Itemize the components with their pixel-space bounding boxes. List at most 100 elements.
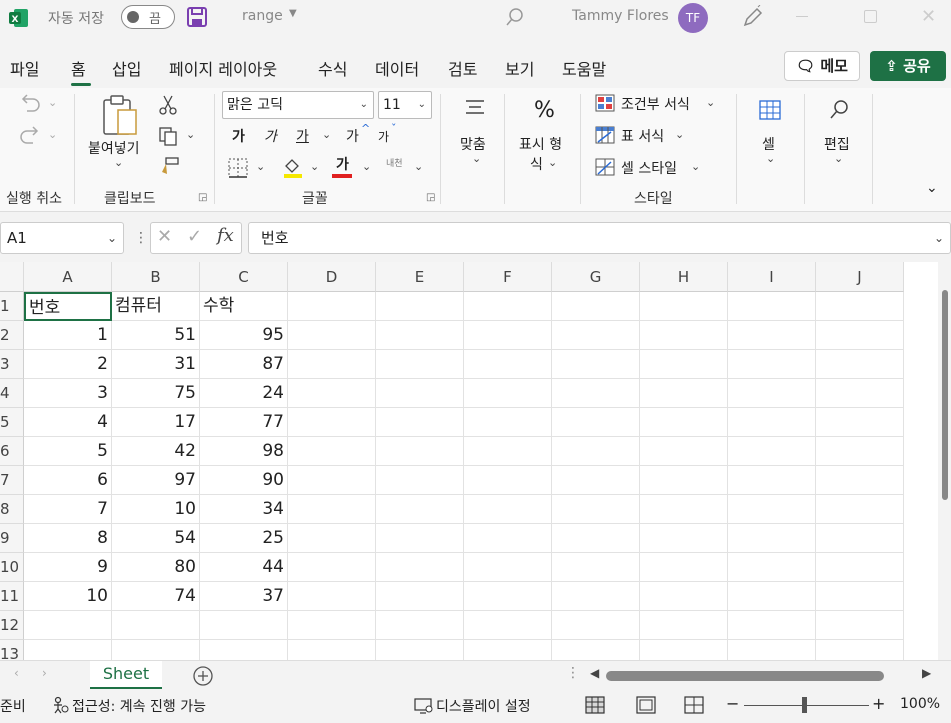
table-cell[interactable] <box>464 582 552 611</box>
page-layout-view-icon[interactable] <box>636 696 656 714</box>
row-header[interactable]: 2 <box>0 321 24 350</box>
table-cell[interactable]: 10 <box>112 495 200 524</box>
underline-button[interactable]: 가 <box>296 126 309 146</box>
table-cell[interactable] <box>376 292 464 321</box>
editing-dropdown-icon[interactable]: ⌄ <box>834 152 843 165</box>
font-name-select[interactable]: 맑은 고딕 ⌄ <box>222 91 374 119</box>
zoom-slider-thumb[interactable] <box>802 697 807 713</box>
chevron-down-icon[interactable]: ⌄ <box>675 128 684 141</box>
column-header[interactable]: A <box>24 262 112 292</box>
fill-color-icon[interactable] <box>282 156 304 178</box>
column-header[interactable]: F <box>464 262 552 292</box>
table-cell[interactable] <box>464 437 552 466</box>
table-cell[interactable] <box>288 495 376 524</box>
table-cell[interactable]: 컴퓨터 <box>112 292 200 321</box>
table-cell[interactable] <box>376 582 464 611</box>
table-cell[interactable]: 7 <box>24 495 112 524</box>
table-cell[interactable]: 수학 <box>200 292 288 321</box>
table-cell[interactable] <box>24 640 112 660</box>
font-color-dropdown-icon[interactable]: ⌄ <box>362 160 371 173</box>
paste-label[interactable]: 붙여넣기 <box>88 138 140 158</box>
clipboard-launcher-icon[interactable]: ◲ <box>198 192 207 203</box>
table-cell[interactable] <box>816 292 904 321</box>
search-icon[interactable] <box>504 6 526 28</box>
pen-icon[interactable] <box>741 5 765 29</box>
tab-data[interactable]: 데이터 <box>375 56 419 80</box>
table-cell[interactable] <box>552 292 640 321</box>
table-cell[interactable] <box>552 640 640 660</box>
display-settings-icon[interactable] <box>414 697 434 715</box>
table-cell[interactable] <box>552 321 640 350</box>
table-cell[interactable] <box>728 321 816 350</box>
zoom-level[interactable]: 100% <box>900 696 940 712</box>
add-sheet-icon[interactable] <box>192 665 214 687</box>
paste-dropdown-icon[interactable]: ⌄ <box>114 156 123 169</box>
tab-review[interactable]: 검토 <box>448 56 477 80</box>
cells-label[interactable]: 셀 <box>762 134 775 154</box>
select-all-corner[interactable] <box>0 262 24 292</box>
table-cell[interactable]: 77 <box>200 408 288 437</box>
sheet-tab[interactable]: Sheet <box>90 661 162 689</box>
table-cell[interactable] <box>816 408 904 437</box>
zoom-out-icon[interactable]: − <box>726 694 739 713</box>
italic-button[interactable]: 가 <box>264 126 277 146</box>
row-header[interactable]: 5 <box>0 408 24 437</box>
ribbon-collapse-icon[interactable]: ⌄ <box>926 180 938 196</box>
table-cell[interactable] <box>728 350 816 379</box>
column-header[interactable]: I <box>728 262 816 292</box>
table-cell[interactable] <box>816 437 904 466</box>
editing-label[interactable]: 편집 <box>824 134 850 154</box>
table-cell[interactable] <box>640 553 728 582</box>
table-cell[interactable] <box>464 292 552 321</box>
table-cell[interactable] <box>288 292 376 321</box>
table-cell[interactable] <box>552 495 640 524</box>
table-cell[interactable] <box>376 611 464 640</box>
phonetic-button[interactable]: 내천 <box>386 156 403 169</box>
table-cell[interactable] <box>464 553 552 582</box>
table-cell[interactable] <box>816 379 904 408</box>
chevron-down-icon[interactable]: ▼ <box>289 8 297 19</box>
page-break-view-icon[interactable] <box>684 696 704 714</box>
editing-search-icon[interactable] <box>828 98 850 120</box>
table-cell[interactable] <box>376 379 464 408</box>
table-cell[interactable]: 90 <box>200 466 288 495</box>
table-cell[interactable] <box>728 582 816 611</box>
close-button[interactable]: ✕ <box>921 6 936 27</box>
table-cell[interactable]: 34 <box>200 495 288 524</box>
column-header[interactable]: D <box>288 262 376 292</box>
column-header[interactable]: E <box>376 262 464 292</box>
table-cell[interactable]: 80 <box>112 553 200 582</box>
cell-styles-label[interactable]: 셀 스타일 <box>621 158 677 178</box>
table-cell[interactable] <box>552 524 640 553</box>
chevron-down-icon[interactable]: ⌄ <box>691 160 700 173</box>
column-header[interactable]: H <box>640 262 728 292</box>
copy-dropdown-icon[interactable]: ⌄ <box>186 128 195 141</box>
row-header[interactable]: 6 <box>0 437 24 466</box>
vertical-scrollbar[interactable] <box>938 262 951 660</box>
table-cell[interactable]: 87 <box>200 350 288 379</box>
table-cell[interactable]: 98 <box>200 437 288 466</box>
table-cell[interactable] <box>288 321 376 350</box>
save-icon[interactable] <box>186 6 208 28</box>
enter-icon[interactable]: ✓ <box>187 226 202 247</box>
tab-formulas[interactable]: 수식 <box>318 56 347 80</box>
table-cell[interactable] <box>376 553 464 582</box>
table-cell[interactable] <box>112 640 200 660</box>
expand-formula-icon[interactable]: ⌄ <box>934 223 944 253</box>
table-cell[interactable] <box>640 437 728 466</box>
table-cell[interactable] <box>288 408 376 437</box>
font-size-select[interactable]: 11 ⌄ <box>378 91 432 119</box>
row-header[interactable]: 10 <box>0 553 24 582</box>
table-cell[interactable] <box>728 437 816 466</box>
table-cell[interactable]: 54 <box>112 524 200 553</box>
phonetic-dropdown-icon[interactable]: ⌄ <box>414 160 423 173</box>
table-cell[interactable] <box>464 321 552 350</box>
table-format-label[interactable]: 표 서식 <box>621 126 664 146</box>
align-label[interactable]: 맞춤 <box>460 134 486 154</box>
column-header[interactable]: G <box>552 262 640 292</box>
row-header[interactable]: 12 <box>0 611 24 640</box>
table-cell[interactable] <box>288 379 376 408</box>
table-cell[interactable] <box>464 466 552 495</box>
table-cell[interactable] <box>24 611 112 640</box>
table-cell[interactable] <box>640 350 728 379</box>
